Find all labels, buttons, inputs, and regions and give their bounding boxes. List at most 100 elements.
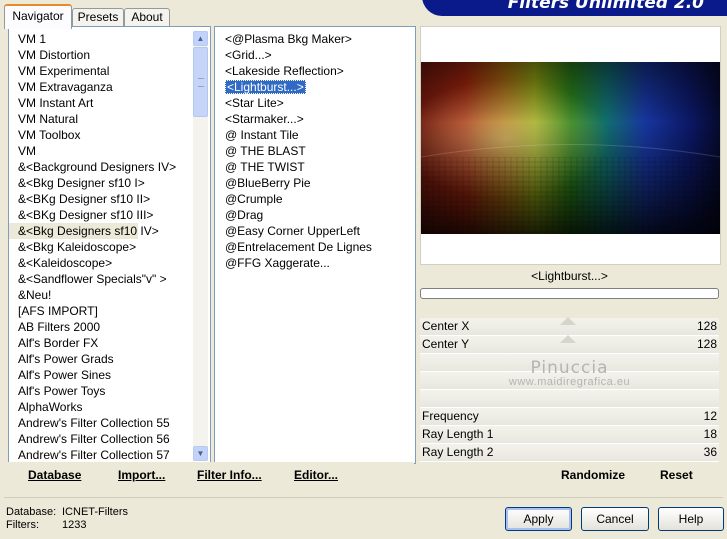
category-item[interactable]: &<Bkg Kaleidoscope> (9, 239, 193, 255)
category-item[interactable]: &<BKg Designer sf10 III> (9, 207, 193, 223)
category-item[interactable]: Andrew's Filter Collection 57 (9, 447, 193, 463)
category-item[interactable]: VM Experimental (9, 63, 193, 79)
category-item[interactable]: AB Filters 2000 (9, 319, 193, 335)
filters-count-label: Filters: (6, 519, 39, 531)
category-item[interactable]: [AFS IMPORT] (9, 303, 193, 319)
category-item[interactable]: Alf's Power Toys (9, 383, 193, 399)
reset-button[interactable]: Reset (660, 468, 693, 482)
filter-item-label: @ THE BLAST (225, 144, 306, 158)
filter-item[interactable]: @ Instant Tile (215, 127, 299, 143)
category-item[interactable]: Andrew's Filter Collection 55 (9, 415, 193, 431)
tab-navigator[interactable]: Navigator (4, 4, 72, 29)
randomize-button[interactable]: Randomize (561, 468, 625, 482)
category-item[interactable]: &<Kaleidoscope> (9, 255, 193, 271)
param-label: Center X (422, 319, 470, 333)
preview-pane (420, 26, 721, 265)
param-value[interactable]: 36 (704, 444, 717, 461)
category-item[interactable]: VM Instant Art (9, 95, 193, 111)
param-row[interactable]: Center X 128 (420, 317, 719, 335)
watermark-url: www.maidiregrafica.eu (508, 376, 631, 388)
filter-item-label: @ Instant Tile (225, 128, 299, 142)
tab-presets[interactable]: Presets (72, 8, 124, 27)
watermark-name: Pinuccia (530, 358, 609, 378)
param-label: Ray Length 2 (422, 445, 494, 459)
filter-item-label: @FFG Xaggerate... (225, 256, 330, 270)
filter-item[interactable]: @Entrelacement De Lignes (215, 239, 372, 255)
category-item[interactable]: &<BKg Designer sf10 II> (9, 191, 193, 207)
param-value[interactable]: 18 (704, 426, 717, 443)
category-scrollbar[interactable]: ▲ ▼ (193, 31, 208, 461)
category-item[interactable]: VM Toolbox (9, 127, 193, 143)
filter-list[interactable]: <@Plasma Bkg Maker> <Grid...> <Lakeside Re… (214, 26, 416, 464)
title-banner: Filters Unlimited 2.0 (422, 0, 727, 16)
category-item[interactable]: VM Extravaganza (9, 79, 193, 95)
category-item[interactable]: Alf's Border FX (9, 335, 193, 351)
category-item[interactable]: Andrew's Filter Collection 56 (9, 431, 193, 447)
filter-item[interactable]: <Starmaker...> (215, 111, 304, 127)
param-row[interactable]: Ray Length 1 18 (420, 426, 719, 443)
category-item[interactable]: AlphaWorks (9, 399, 193, 415)
filter-item-label: <Lightburst...> (225, 80, 306, 94)
category-item[interactable]: VM Natural (9, 111, 193, 127)
slider-marker-icon[interactable] (560, 335, 576, 343)
filters-count-value: 1233 (62, 519, 87, 531)
category-item[interactable]: Alf's Power Sines (9, 367, 193, 383)
filter-item[interactable]: <@Plasma Bkg Maker> (215, 31, 352, 47)
preview-image (421, 62, 720, 234)
filter-item[interactable]: @FFG Xaggerate... (215, 255, 330, 271)
category-item[interactable]: &<Bkg Designers sf10 IV> (9, 223, 159, 239)
filter-item[interactable]: @Drag (215, 207, 263, 223)
filter-item[interactable]: <Lakeside Reflection> (215, 63, 344, 79)
filter-item[interactable]: <Lightburst...> (215, 79, 306, 95)
import-button[interactable]: Import... (118, 468, 165, 482)
apply-button[interactable]: Apply (505, 507, 572, 531)
param-label: Ray Length 1 (422, 427, 494, 441)
param-value[interactable]: 128 (697, 336, 717, 353)
category-item[interactable]: &Neu! (9, 287, 193, 303)
category-item[interactable]: &<Background Designers IV> (9, 159, 193, 175)
param-row[interactable]: Ray Length 2 36 (420, 444, 719, 461)
param-row-empty[interactable] (420, 390, 719, 407)
filter-item[interactable]: <Star Lite> (215, 95, 284, 111)
scroll-down-arrow-icon[interactable]: ▼ (193, 446, 208, 461)
watermark: Pinuccia www.maidiregrafica.eu (420, 358, 719, 388)
filter-item-label: @Easy Corner UpperLeft (225, 224, 360, 238)
param-value[interactable]: 128 (697, 318, 717, 335)
database-status-label: Database: (6, 506, 57, 518)
editor-button[interactable]: Editor... (294, 468, 338, 482)
scrollbar-thumb[interactable] (193, 47, 208, 117)
filter-item[interactable]: @ THE BLAST (215, 143, 306, 159)
filter-item[interactable]: @BlueBerry Pie (215, 175, 311, 191)
parameter-panel: Center X 128 Center Y 128 Frequency 12 Ray Len… (420, 317, 719, 462)
category-item[interactable]: &<Bkg Designer sf10 I> (9, 175, 193, 191)
slider-marker-icon[interactable] (560, 317, 576, 325)
param-label: Frequency (422, 409, 479, 423)
category-item[interactable]: VM 1 (9, 31, 193, 47)
scroll-up-arrow-icon[interactable]: ▲ (193, 31, 208, 46)
preview-toolbar: Randomize Reset (420, 462, 721, 490)
filter-item[interactable]: @Easy Corner UpperLeft (215, 223, 360, 239)
param-value[interactable]: 12 (704, 408, 717, 425)
param-row[interactable]: Frequency 12 (420, 408, 719, 425)
category-item[interactable]: VM (9, 143, 193, 159)
param-row[interactable]: Center Y 128 (420, 335, 719, 353)
filter-item[interactable]: <Grid...> (215, 47, 272, 63)
filter-info-button[interactable]: Filter Info... (197, 468, 262, 482)
tab-about[interactable]: About (124, 8, 170, 27)
filter-item[interactable]: @Crumple (215, 191, 283, 207)
database-status-value: ICNET-Filters (62, 506, 128, 518)
database-button[interactable]: Database (28, 468, 81, 482)
separator (4, 497, 723, 498)
banner-title: Filters Unlimited 2.0 (507, 0, 704, 13)
cancel-button[interactable]: Cancel (581, 507, 649, 531)
category-item[interactable]: VM Distortion (9, 47, 193, 63)
category-list[interactable]: ▲ ▼ VM 1 VM Distortion VM Experimental VM E… (8, 26, 211, 464)
filter-item-label: @BlueBerry Pie (225, 176, 311, 190)
filter-item-label: <Grid...> (225, 48, 272, 62)
help-button[interactable]: Help (658, 507, 724, 531)
param-label: Center Y (422, 337, 470, 351)
filter-item[interactable]: @ THE TWIST (215, 159, 305, 175)
filter-item-label: @Entrelacement De Lignes (225, 240, 372, 254)
category-item[interactable]: &<Sandflower Specials"v" > (9, 271, 193, 287)
category-item[interactable]: Alf's Power Grads (9, 351, 193, 367)
